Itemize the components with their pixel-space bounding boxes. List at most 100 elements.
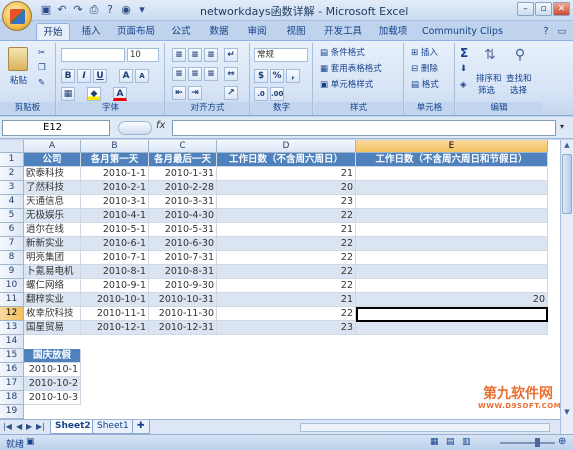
save-icon[interactable]: ▣ [38,2,54,18]
column-header[interactable]: E [356,140,548,153]
row-header[interactable]: 16 [0,363,24,377]
border-button[interactable]: ▦ [61,87,75,101]
wrap-text-icon[interactable]: ↵ [224,48,238,62]
zoom-slider[interactable] [500,442,555,444]
row-header[interactable]: 8 [0,251,24,265]
font-name-dropdown[interactable] [61,48,125,62]
row-header[interactable]: 19 [0,405,24,419]
fill-color-button[interactable]: ◆ [87,87,101,101]
table-cell[interactable]: 逍尔在线 [24,223,81,237]
table-cell[interactable]: 2010-12-1 [81,321,149,335]
column-header[interactable]: D [217,140,356,153]
fill-icon[interactable]: ⬇ [460,63,467,75]
format-as-table-button[interactable]: ▦ 套用表格格式 [320,63,382,75]
table-cell[interactable] [356,181,548,195]
table-cell[interactable] [356,321,548,335]
align-right-icon[interactable]: ≡ [204,67,218,81]
undo-icon[interactable]: ↶ [54,2,70,18]
row-header[interactable]: 10 [0,279,24,293]
row-header[interactable]: 2 [0,167,24,181]
worksheet-grid[interactable]: A B C D E 1 2 3 4 5 6 7 8 9 10 11 12 13 14 15 16 17 18 19 公… [0,140,560,419]
tab-addins[interactable]: 加载项 [374,23,412,41]
table-cell[interactable]: 22 [217,279,356,293]
table-cell[interactable]: 22 [217,209,356,223]
clear-icon[interactable]: ◈ [460,79,467,91]
table-cell[interactable] [356,279,548,293]
insert-cells-button[interactable]: ⊞ 插入 [411,47,438,59]
row-header[interactable]: 13 [0,321,24,335]
holiday-date-cell[interactable]: 2010-10-1 [24,363,81,377]
merge-center-icon[interactable]: ⇔ [224,67,238,81]
table-cell[interactable]: 23 [217,195,356,209]
table-cell[interactable]: 2010-7-1 [81,251,149,265]
insert-sheet-icon[interactable]: ✚ [132,420,150,434]
minimize-button[interactable]: – [517,2,534,16]
table-header-cell[interactable]: 工作日数（不含周六周日和节假日） [356,153,548,167]
increase-decimal-icon[interactable]: .0 [254,87,268,101]
table-cell[interactable]: 2010-12-31 [149,321,217,335]
formula-splitter[interactable] [118,121,152,135]
tab-formulas[interactable]: 公式 [166,23,196,41]
paste-icon[interactable] [8,47,28,71]
page-layout-view-icon[interactable]: ▤ [446,437,455,447]
comma-icon[interactable]: , [286,69,300,83]
cell-styles-button[interactable]: ▣ 单元格样式 [320,79,373,91]
row-header[interactable]: 17 [0,377,24,391]
tab-developer[interactable]: 开发工具 [318,23,368,41]
active-cell-selection[interactable] [356,307,548,322]
select-all-corner[interactable] [0,140,24,153]
holiday-date-cell[interactable]: 2010-10-3 [24,391,81,405]
row-header[interactable]: 1 [0,153,24,167]
table-cell[interactable]: 20 [217,181,356,195]
help-circle-icon[interactable]: ? [102,2,118,18]
table-cell[interactable] [356,223,548,237]
stop-icon[interactable]: ◉ [118,2,134,18]
tab-review[interactable]: 审阅 [242,23,272,41]
prev-sheet-icon[interactable]: ◀ [16,422,22,431]
delete-cells-button[interactable]: ⊟ 删除 [411,63,438,75]
row-header[interactable]: 7 [0,237,24,251]
scroll-thumb[interactable] [562,154,572,214]
table-cell[interactable]: 天通信息 [24,195,81,209]
redo-icon[interactable]: ↷ [70,2,86,18]
table-header-cell[interactable]: 公司 [24,153,81,167]
table-cell[interactable]: 2010-5-31 [149,223,217,237]
format-painter-icon[interactable]: ✎ [38,77,45,89]
sheet-tab[interactable]: Sheet1 [92,420,134,434]
ribbon-restore-icon[interactable]: ▭ [556,23,568,41]
table-cell[interactable]: 21 [217,223,356,237]
underline-button[interactable]: U [93,69,107,83]
table-cell[interactable]: 2010-2-28 [149,181,217,195]
table-cell[interactable] [356,265,548,279]
help-icon[interactable]: ? [540,23,552,41]
close-button[interactable]: ✕ [553,2,570,16]
table-cell[interactable]: 翻梓实业 [24,293,81,307]
find-select-icon[interactable]: ⚲ [512,47,528,63]
table-cell[interactable] [356,195,548,209]
decrease-indent-icon[interactable]: ⇤ [172,86,186,100]
print-icon[interactable]: ⎙ [86,2,102,18]
table-cell[interactable]: 2010-9-30 [149,279,217,293]
sort-filter-icon[interactable]: ⇅ [482,47,498,63]
table-cell[interactable]: 2010-10-31 [149,293,217,307]
font-color-button[interactable]: A [113,87,127,101]
table-cell[interactable] [356,251,548,265]
table-cell[interactable]: 22 [217,251,356,265]
decrease-decimal-icon[interactable]: .00 [270,87,284,101]
row-header[interactable]: 4 [0,195,24,209]
table-cell[interactable]: 21 [217,167,356,181]
maximize-button[interactable]: ▫ [535,2,552,16]
shrink-font-button[interactable]: A [135,69,149,83]
expand-formula-icon[interactable]: ▾ [560,122,564,131]
tab-data[interactable]: 数据 [204,23,234,41]
table-cell[interactable]: 2010-10-1 [81,293,149,307]
table-header-cell[interactable]: 各月第一天 [81,153,149,167]
next-sheet-icon[interactable]: ▶ [26,422,32,431]
holiday-date-cell[interactable]: 2010-10-2 [24,377,81,391]
table-cell[interactable] [356,237,548,251]
column-header[interactable]: C [149,140,217,153]
normal-view-icon[interactable]: ▦ [430,437,439,447]
table-cell[interactable]: 2010-1-31 [149,167,217,181]
formula-input[interactable] [172,120,556,136]
row-header[interactable]: 5 [0,209,24,223]
